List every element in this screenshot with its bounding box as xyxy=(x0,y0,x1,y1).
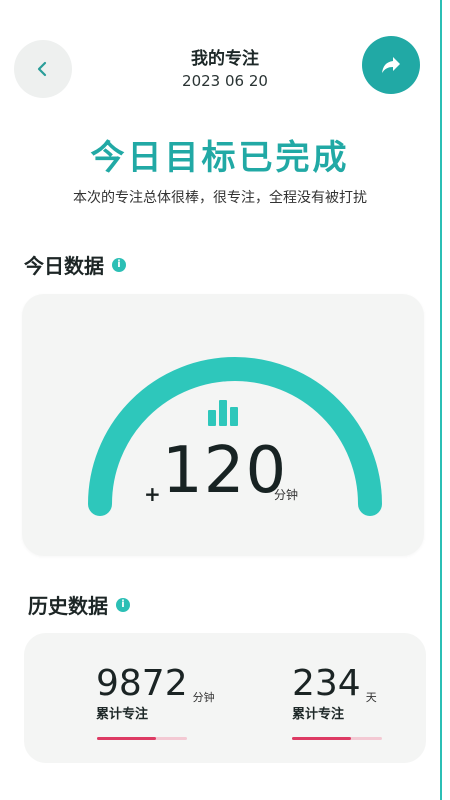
stat-value: 234 xyxy=(292,663,361,704)
stat-value: 9872 xyxy=(96,663,188,704)
stat-unit: 天 xyxy=(365,691,377,704)
stat-label: 累计专注 xyxy=(292,707,345,722)
gauge-prefix: + xyxy=(144,482,161,506)
gauge-unit: 分钟 xyxy=(274,488,299,502)
history-card: 9872 分钟 累计专注 234 天 累计专注 xyxy=(24,633,426,763)
today-section-title: 今日数据 i xyxy=(24,250,126,279)
history-section-label: 历史数据 xyxy=(28,594,108,618)
info-icon[interactable]: i xyxy=(116,597,130,612)
share-arrow-icon xyxy=(382,57,400,73)
stat-total-days: 234 天 累计专注 xyxy=(292,663,377,722)
stat-progress-fill xyxy=(292,737,351,740)
goal-title: 今日目标已完成 xyxy=(90,138,350,178)
info-icon[interactable]: i xyxy=(112,257,126,272)
stat-label: 累计专注 xyxy=(96,707,149,722)
history-section-title: 历史数据 i xyxy=(28,590,130,619)
right-edge-accent xyxy=(440,0,442,800)
stat-unit: 分钟 xyxy=(192,691,215,704)
gauge-value: 120 xyxy=(162,434,288,508)
stat-progress-bar xyxy=(97,737,187,740)
stat-progress-bar xyxy=(292,737,382,740)
header: 我的专注 2023 06 20 xyxy=(0,0,450,110)
stat-total-minutes: 9872 分钟 累计专注 xyxy=(96,663,215,722)
today-section-label: 今日数据 xyxy=(24,254,104,278)
goal-subtitle: 本次的专注总体很棒，很专注，全程没有被打扰 xyxy=(73,190,367,206)
today-gauge-card: + 120 分钟 xyxy=(22,294,424,556)
share-button[interactable] xyxy=(362,36,420,94)
stat-progress-fill xyxy=(97,737,156,740)
bar-chart-icon xyxy=(208,400,238,426)
